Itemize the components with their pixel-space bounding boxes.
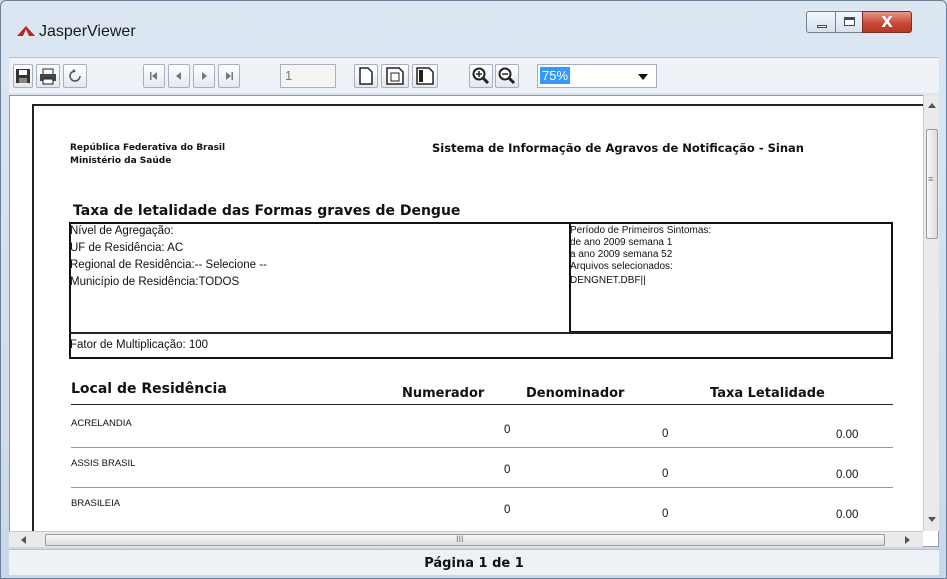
last-page-icon xyxy=(226,72,233,80)
row-taxa: 0.00 xyxy=(836,469,859,481)
row-name: BRASILEIA xyxy=(71,498,121,509)
toolbar: 1 75% xyxy=(9,57,939,93)
zoom-value: 75% xyxy=(540,67,571,84)
col-taxa: Taxa Letalidade xyxy=(710,386,825,401)
param-agregacao: Nível de Agregação: xyxy=(70,225,174,237)
zoom-out-button[interactable] xyxy=(495,64,519,88)
page-number-field[interactable]: 1 xyxy=(280,64,336,88)
scroll-right-icon[interactable] xyxy=(905,536,910,544)
reload-icon xyxy=(69,69,81,82)
row-separator xyxy=(71,447,893,448)
horizontal-grip: III xyxy=(456,534,464,544)
fit-width-button[interactable] xyxy=(412,64,438,88)
row-numerador: 0 xyxy=(504,424,511,436)
vertical-scrollbar[interactable]: ≡ xyxy=(923,95,939,531)
fit-width-icon xyxy=(416,67,434,85)
close-icon: X xyxy=(881,13,893,31)
header-underline xyxy=(71,404,893,405)
save-button[interactable] xyxy=(13,64,33,88)
reload-button[interactable] xyxy=(63,64,87,88)
previous-page-icon xyxy=(176,72,181,80)
files-label: Arquivos selecionados: xyxy=(570,261,673,272)
vertical-grip: ≡ xyxy=(928,174,934,184)
header-country: República Federativa do Brasil xyxy=(70,143,226,153)
scroll-up-icon[interactable] xyxy=(928,103,936,108)
row-name: ACRELANDIA xyxy=(71,418,132,429)
minimize-button[interactable] xyxy=(806,11,836,33)
scroll-left-icon[interactable] xyxy=(21,536,26,544)
jasperviewer-window: JasperViewer X 1 75% República Federativ… xyxy=(0,0,947,579)
last-page-button[interactable] xyxy=(218,64,240,88)
row-separator xyxy=(71,487,893,488)
period-label: Período de Primeiros Sintomas: xyxy=(570,225,712,236)
maximize-icon xyxy=(844,17,855,26)
chevron-down-icon[interactable] xyxy=(638,74,648,80)
print-icon xyxy=(40,68,56,84)
divider xyxy=(69,332,893,334)
vertical-scroll-thumb[interactable]: ≡ xyxy=(926,129,938,239)
close-button[interactable]: X xyxy=(862,11,912,33)
status-bar: Página 1 de 1 xyxy=(9,549,939,575)
next-page-icon xyxy=(202,72,207,80)
minimize-icon xyxy=(817,25,827,28)
fit-page-button[interactable] xyxy=(381,64,409,88)
row-denominador: 0 xyxy=(662,428,669,440)
report-viewport[interactable]: República Federativa do Brasil Ministéri… xyxy=(9,95,939,547)
param-regional: Regional de Residência:-- Selecione -- xyxy=(70,259,267,271)
factor-label: Fator de Multiplicação: 100 xyxy=(70,339,209,351)
print-button[interactable] xyxy=(36,64,60,88)
row-denominador: 0 xyxy=(662,468,669,480)
report-page: República Federativa do Brasil Ministéri… xyxy=(32,104,924,546)
horizontal-scroll-thumb[interactable]: III xyxy=(45,534,885,546)
col-local: Local de Residência xyxy=(71,381,227,397)
actual-size-icon xyxy=(359,67,373,85)
row-name: ASSIS BRASIL xyxy=(71,458,136,469)
report-title: Taxa de letalidade das Formas graves de … xyxy=(73,203,461,219)
maximize-button[interactable] xyxy=(835,11,863,33)
previous-page-button[interactable] xyxy=(168,64,190,88)
save-icon xyxy=(16,69,30,83)
row-denominador: 0 xyxy=(662,508,669,520)
title-bar[interactable]: JasperViewer X xyxy=(1,1,946,57)
zoom-in-button[interactable] xyxy=(469,64,493,88)
row-taxa: 0.00 xyxy=(836,429,859,441)
zoom-in-icon xyxy=(472,67,490,85)
page-status: Página 1 de 1 xyxy=(424,556,524,571)
param-municipio: Município de Residência:TODOS xyxy=(70,276,240,288)
first-page-icon xyxy=(150,72,157,80)
header-ministry: Ministério da Saúde xyxy=(70,156,172,166)
period-start: de ano 2009 semana 1 xyxy=(570,237,673,248)
zoom-out-icon xyxy=(498,67,516,85)
horizontal-scrollbar[interactable]: III xyxy=(9,531,923,547)
jasper-logo-icon xyxy=(17,26,35,36)
fit-page-icon xyxy=(386,67,404,85)
param-uf: UF de Residência: AC xyxy=(70,242,184,254)
first-page-button[interactable] xyxy=(143,64,165,88)
row-taxa: 0.00 xyxy=(836,509,859,521)
header-system: Sistema de Informação de Agravos de Noti… xyxy=(432,141,804,155)
scroll-down-icon[interactable] xyxy=(928,517,936,522)
col-numerador: Numerador xyxy=(402,386,485,401)
actual-size-button[interactable] xyxy=(354,64,378,88)
period-end: a ano 2009 semana 52 xyxy=(570,249,673,260)
files-value: DENGNET.DBF|| xyxy=(570,275,646,286)
next-page-button[interactable] xyxy=(193,64,215,88)
col-denominador: Denominador xyxy=(526,386,625,401)
row-numerador: 0 xyxy=(504,504,511,516)
row-numerador: 0 xyxy=(504,464,511,476)
zoom-select[interactable]: 75% xyxy=(537,64,657,88)
window-title: JasperViewer xyxy=(39,23,136,40)
